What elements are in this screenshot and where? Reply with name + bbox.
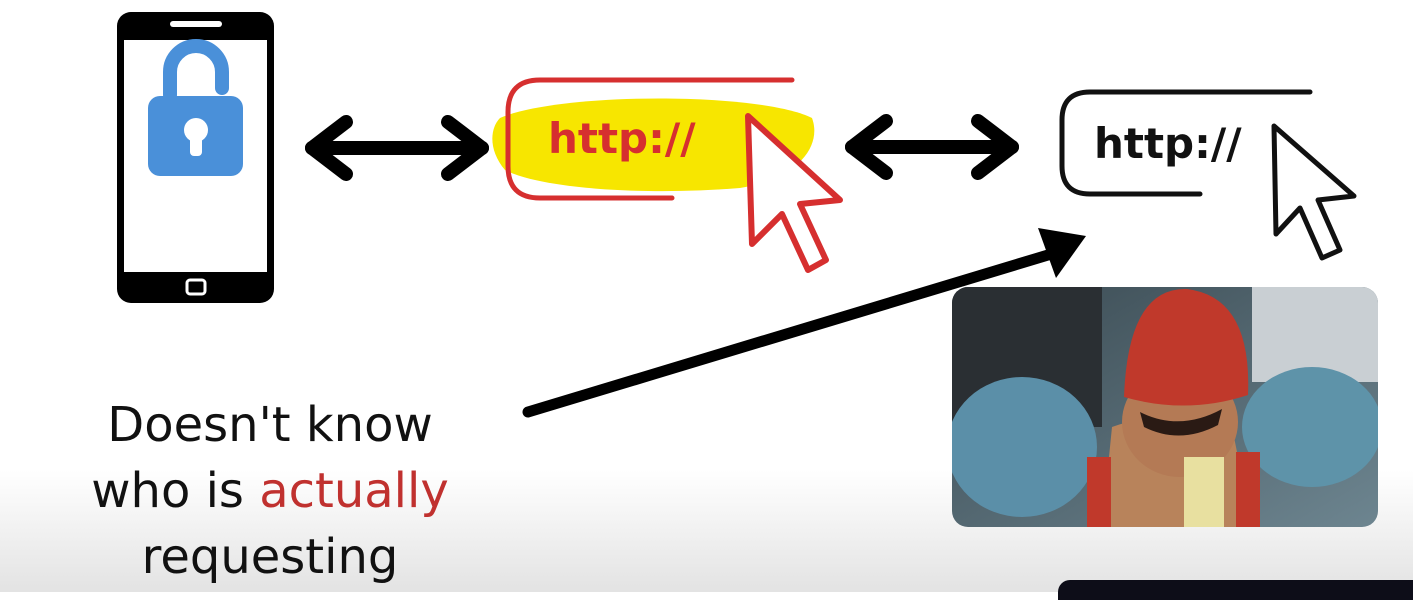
caption-line-2-prefix: who is bbox=[91, 463, 244, 519]
meme-photo bbox=[952, 287, 1378, 527]
caption-line-1: Doesn't know bbox=[107, 397, 433, 453]
caption-line-3: requesting bbox=[141, 529, 399, 585]
left-url-text: http:// bbox=[548, 114, 696, 163]
caption-accent-word: actually bbox=[259, 463, 449, 519]
caption: Doesn't know who is actually requesting bbox=[60, 392, 480, 590]
cursor-icon bbox=[1271, 123, 1357, 261]
double-arrow-icon bbox=[305, 115, 489, 181]
double-arrow-icon bbox=[845, 114, 1019, 180]
video-thumbnail-edge bbox=[1058, 580, 1413, 600]
caption-line-2: who is actually bbox=[60, 458, 480, 524]
right-url-text: http:// bbox=[1094, 119, 1242, 168]
